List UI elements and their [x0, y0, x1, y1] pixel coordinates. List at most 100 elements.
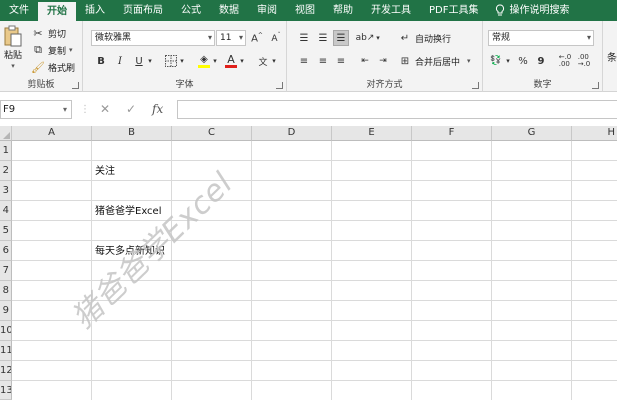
comma-style-button[interactable]: 9: [533, 53, 549, 69]
column-header-d[interactable]: D: [252, 126, 332, 141]
row-header-8[interactable]: 8: [0, 281, 12, 301]
tab-page-layout[interactable]: 页面布局: [114, 0, 172, 21]
font-color-dropdown-icon[interactable]: ▾: [237, 53, 247, 69]
tab-help[interactable]: 帮助: [324, 0, 362, 21]
ribbon-tab-bar: 文件 开始 插入 页面布局 公式 数据 审阅 视图 帮助 开发工具 PDF工具集…: [0, 0, 617, 21]
row-header-9[interactable]: 9: [0, 301, 12, 321]
conditional-format-button[interactable]: 条: [607, 49, 617, 64]
decrease-decimal-button[interactable]: .00 →.0: [576, 53, 592, 69]
tab-file[interactable]: 文件: [0, 0, 38, 21]
orientation-button[interactable]: ab↗: [356, 30, 375, 46]
bold-button[interactable]: B: [93, 53, 109, 69]
align-right-button[interactable]: ≡: [333, 53, 349, 69]
row-header-1[interactable]: 1: [0, 141, 12, 161]
align-bottom-icon: ☰: [336, 32, 346, 44]
accounting-dropdown-icon[interactable]: ▾: [503, 53, 513, 69]
underline-dropdown-icon[interactable]: ▾: [145, 53, 155, 69]
column-header-f[interactable]: F: [412, 126, 492, 141]
align-center-icon: ≡: [318, 55, 328, 67]
merge-center-button[interactable]: ⊞ 合并后居中 ▾: [398, 54, 471, 68]
copy-dropdown-icon[interactable]: ▾: [69, 46, 73, 54]
font-group-label: 字体: [175, 80, 194, 90]
increase-font-size-button[interactable]: A^: [249, 30, 265, 46]
tab-pdf-tools[interactable]: PDF工具集: [420, 0, 487, 21]
clipboard-dialog-launcher[interactable]: [72, 82, 79, 89]
tab-data[interactable]: 数据: [210, 0, 248, 21]
align-top-button[interactable]: ☰: [296, 30, 312, 46]
tab-view[interactable]: 视图: [286, 0, 324, 21]
scissors-icon: ✂: [33, 26, 43, 40]
row-header-3[interactable]: 3: [0, 181, 12, 201]
formula-input[interactable]: [177, 100, 617, 119]
row-header-11[interactable]: 11: [0, 341, 12, 361]
tell-me-search[interactable]: 操作说明搜索: [487, 0, 577, 21]
font-size-combo[interactable]: 11 ▾: [216, 30, 246, 46]
decrease-font-size-button[interactable]: Aˇ: [268, 30, 284, 46]
row-header-2[interactable]: 2: [0, 161, 12, 181]
paste-button[interactable]: 粘贴 ▾: [3, 25, 23, 70]
column-header-c[interactable]: C: [172, 126, 252, 141]
font-name-combo[interactable]: 微软雅黑 ▾: [91, 30, 215, 46]
row-header-7[interactable]: 7: [0, 261, 12, 281]
italic-button[interactable]: I: [112, 53, 128, 69]
align-middle-icon: ☰: [318, 32, 328, 44]
chevron-down-icon: ▾: [238, 33, 243, 42]
cancel-icon[interactable]: ✕: [100, 100, 110, 119]
cut-label: 剪切: [48, 29, 67, 40]
column-header-g[interactable]: G: [492, 126, 572, 141]
align-center-button[interactable]: ≡: [315, 53, 331, 69]
accounting-format-button[interactable]: 💱: [488, 53, 504, 69]
row-header-4[interactable]: 4: [0, 201, 12, 221]
align-top-icon: ☰: [299, 32, 309, 44]
merge-center-label: 合并后居中: [415, 57, 461, 68]
borders-dropdown-icon[interactable]: ▾: [177, 53, 187, 69]
font-dialog-launcher[interactable]: [276, 82, 283, 89]
number-format-combo[interactable]: 常规 ▾: [488, 30, 594, 46]
name-box[interactable]: F9 ▾: [0, 100, 72, 119]
row-header-6[interactable]: 6: [0, 241, 12, 261]
copy-button[interactable]: ⧉ 复制 ▾: [31, 43, 73, 57]
increase-font-icon: A^: [251, 31, 263, 45]
column-header-b[interactable]: B: [92, 126, 172, 141]
orientation-dropdown-icon[interactable]: ▾: [373, 30, 383, 46]
format-painter-button[interactable]: 🖌 格式刷: [31, 60, 75, 74]
column-header-a[interactable]: A: [12, 126, 92, 141]
tab-developer[interactable]: 开发工具: [362, 0, 420, 21]
increase-indent-button[interactable]: ⇥: [375, 53, 391, 69]
number-dialog-launcher[interactable]: [592, 82, 599, 89]
percent-button[interactable]: %: [515, 53, 531, 69]
tab-formulas[interactable]: 公式: [172, 0, 210, 21]
decrease-indent-button[interactable]: ⇤: [357, 53, 373, 69]
column-header-h[interactable]: H: [572, 126, 617, 141]
alignment-dialog-launcher[interactable]: [472, 82, 479, 89]
increase-decimal-button[interactable]: ←.0.00: [557, 53, 573, 69]
wrap-text-button[interactable]: ↵ 自动换行: [398, 31, 451, 45]
row-header-12[interactable]: 12: [0, 361, 12, 381]
enter-icon[interactable]: ✓: [126, 100, 136, 119]
tab-insert[interactable]: 插入: [76, 0, 114, 21]
merge-dropdown-icon[interactable]: ▾: [467, 57, 471, 65]
paste-icon: [4, 25, 22, 47]
insert-function-icon[interactable]: fx: [152, 100, 163, 119]
select-all-corner[interactable]: [0, 126, 12, 141]
tab-review[interactable]: 审阅: [248, 0, 286, 21]
font-name-value: 微软雅黑: [95, 33, 132, 43]
fill-color-dropdown-icon[interactable]: ▾: [210, 53, 220, 69]
align-middle-button[interactable]: ☰: [315, 30, 331, 46]
tab-home[interactable]: 开始: [38, 2, 76, 21]
row-header-13[interactable]: 13: [0, 381, 12, 400]
cut-button[interactable]: ✂ 剪切: [31, 26, 66, 40]
align-left-button[interactable]: ≡: [296, 53, 312, 69]
alignment-group-label: 对齐方式: [366, 80, 403, 90]
row-header-5[interactable]: 5: [0, 221, 12, 241]
increase-indent-icon: ⇥: [379, 56, 387, 66]
phonetic-dropdown-icon[interactable]: ▾: [269, 53, 279, 69]
align-right-icon: ≡: [336, 55, 346, 67]
column-header-e[interactable]: E: [332, 126, 412, 141]
paste-dropdown-icon[interactable]: ▾: [11, 62, 15, 70]
align-bottom-button[interactable]: ☰: [333, 30, 349, 46]
row-header-10[interactable]: 10: [0, 321, 12, 341]
wrap-text-label: 自动换行: [415, 34, 452, 45]
clipboard-group: 粘贴 ▾ ✂ 剪切 ⧉ 复制 ▾ 🖌 格式刷 剪贴板: [0, 21, 83, 92]
cell-b2[interactable]: 关注: [92, 162, 115, 182]
